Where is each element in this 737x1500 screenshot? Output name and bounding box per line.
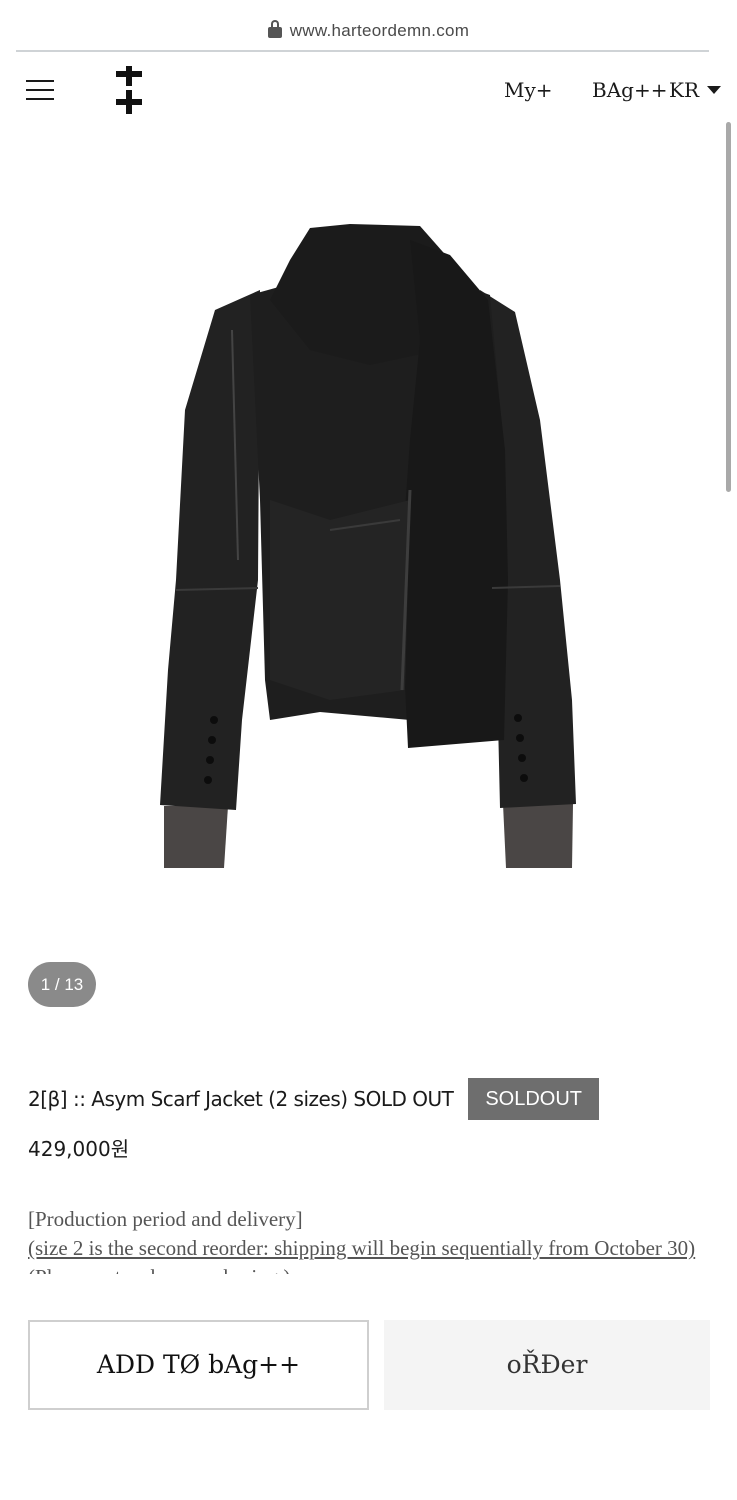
description-note-partial: (Please note when purchasing.)	[28, 1263, 708, 1274]
url-text: www.harteordemn.com	[289, 21, 470, 40]
page-scrollbar[interactable]	[726, 122, 731, 492]
right-cuff	[503, 804, 573, 868]
product-image[interactable]	[120, 200, 620, 900]
brand-logo[interactable]	[116, 66, 142, 114]
purchase-action-bar: ADD TØ bAg++ oŘĐer	[0, 1300, 737, 1500]
page-load-progress	[16, 50, 709, 52]
product-title: 2[β] :: Asym Scarf Jacket (2 sizes) SOLD…	[28, 1087, 454, 1111]
url-display[interactable]: www.harteordemn.com	[0, 20, 737, 41]
description-heading: [Production period and delivery]	[28, 1207, 303, 1231]
chevron-down-icon	[707, 86, 721, 94]
menu-icon[interactable]	[26, 78, 54, 100]
left-cuff	[164, 806, 228, 868]
language-label: KR	[669, 78, 699, 102]
product-title-row: 2[β] :: Asym Scarf Jacket (2 sizes) SOLD…	[28, 1078, 600, 1120]
front-flap	[270, 500, 410, 700]
product-description: [Production period and delivery] (size 2…	[28, 1205, 708, 1274]
lock-icon	[267, 20, 282, 38]
bag-link[interactable]: BAg++	[592, 78, 667, 102]
image-counter: 1 / 13	[28, 962, 96, 1007]
site-header: My+ BAg++ KR	[0, 56, 737, 126]
reorder-notice-link[interactable]: (size 2 is the second reorder: shipping …	[28, 1234, 708, 1263]
language-selector[interactable]: KR	[669, 78, 721, 102]
product-price: 429,000원	[28, 1137, 130, 1161]
left-sleeve	[160, 290, 260, 810]
browser-url-bar[interactable]: www.harteordemn.com	[0, 0, 737, 52]
my-account-link[interactable]: My+	[504, 78, 553, 102]
add-to-bag-button[interactable]: ADD TØ bAg++	[28, 1320, 369, 1410]
order-button[interactable]: oŘĐer	[384, 1320, 710, 1410]
soldout-badge: SOLDOUT	[468, 1078, 600, 1120]
